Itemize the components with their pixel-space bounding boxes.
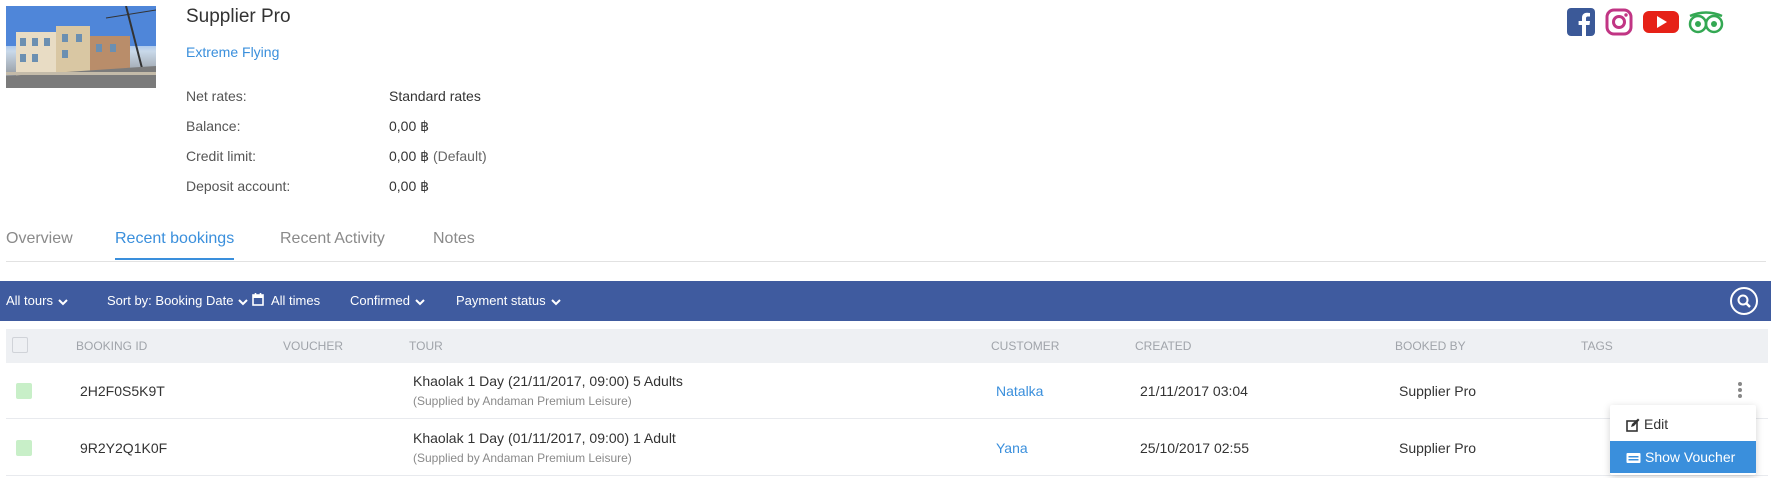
- chevron-down-icon: [550, 298, 561, 305]
- table-header: BOOKING ID VOUCHER TOUR CUSTOMER CREATED…: [6, 329, 1768, 363]
- facebook-icon[interactable]: [1567, 8, 1595, 38]
- tour-name: Khaolak 1 Day (01/11/2017, 09:00) 1 Adul…: [413, 430, 676, 446]
- col-booked-by[interactable]: BOOKED BY: [1395, 339, 1466, 353]
- row-actions-menu: Edit Show Voucher: [1610, 405, 1756, 475]
- info-label: Net rates:: [186, 88, 247, 104]
- tab-notes[interactable]: Notes: [433, 230, 475, 258]
- tour-name: Khaolak 1 Day (21/11/2017, 09:00) 5 Adul…: [413, 373, 683, 389]
- col-voucher[interactable]: VOUCHER: [283, 339, 343, 353]
- search-button[interactable]: [1730, 287, 1758, 315]
- info-value: 0,00 ฿: [389, 178, 430, 194]
- supplier-name: Supplier Pro: [186, 6, 291, 27]
- tripadvisor-icon[interactable]: [1687, 8, 1725, 38]
- info-value: Standard rates: [389, 88, 481, 104]
- tab-overview[interactable]: Overview: [6, 230, 73, 258]
- filter-times[interactable]: All times: [252, 293, 320, 308]
- filter-sort-label: Sort by: Booking Date: [107, 293, 234, 308]
- col-created[interactable]: CREATED: [1135, 339, 1191, 353]
- calendar-icon: [252, 293, 264, 306]
- menu-edit[interactable]: Edit: [1610, 408, 1756, 440]
- filter-tours[interactable]: All tours: [6, 293, 68, 308]
- menu-edit-label: Edit: [1644, 416, 1669, 432]
- customer-link[interactable]: Natalka: [996, 383, 1043, 399]
- info-deposit-account: Deposit account: 0,00 ฿: [186, 178, 429, 195]
- chevron-down-icon: [415, 298, 425, 305]
- table-row[interactable]: 2H2F0S5K9T Khaolak 1 Day (21/11/2017, 09…: [6, 363, 1768, 419]
- info-label: Balance:: [186, 118, 241, 134]
- col-tour[interactable]: TOUR: [409, 339, 443, 353]
- company-link[interactable]: Extreme Flying: [186, 44, 279, 60]
- supplier-thumbnail: [6, 6, 156, 88]
- filter-status[interactable]: Confirmed: [350, 293, 425, 308]
- col-customer[interactable]: CUSTOMER: [991, 339, 1059, 353]
- filter-sort[interactable]: Sort by: Booking Date: [107, 293, 249, 308]
- search-icon: [1737, 294, 1751, 308]
- info-label: Credit limit:: [186, 148, 257, 164]
- menu-show-voucher-label: Show Voucher: [1645, 449, 1736, 465]
- booking-id: 2H2F0S5K9T: [80, 383, 165, 399]
- info-credit-limit: Credit limit: 0,00 ฿ (Default): [186, 148, 487, 165]
- filter-bar: All tours Sort by: Booking Date All time…: [0, 281, 1771, 321]
- filter-payment-status[interactable]: Payment status: [456, 293, 561, 308]
- select-all-checkbox[interactable]: [12, 337, 28, 353]
- profile-tabs: Overview Recent bookings Recent Activity…: [6, 226, 1766, 262]
- filter-status-label: Confirmed: [350, 293, 410, 308]
- row-actions-kebab-icon[interactable]: [1736, 380, 1744, 404]
- info-net-rates: Net rates: Standard rates: [186, 88, 481, 104]
- booking-id: 9R2Y2Q1K0F: [80, 440, 168, 456]
- filter-tours-label: All tours: [6, 293, 53, 308]
- chevron-down-icon: [238, 298, 249, 305]
- edit-icon: [1626, 418, 1640, 433]
- booked-by: Supplier Pro: [1399, 383, 1477, 399]
- filter-payment-label: Payment status: [456, 293, 546, 308]
- col-tags[interactable]: TAGS: [1581, 339, 1613, 353]
- booked-by: Supplier Pro: [1399, 440, 1477, 456]
- chevron-down-icon: [58, 298, 68, 305]
- ticket-icon: [1626, 453, 1641, 464]
- instagram-icon[interactable]: [1605, 8, 1633, 38]
- col-booking-id[interactable]: BOOKING ID: [76, 339, 147, 353]
- created-date: 25/10/2017 02:55: [1140, 440, 1249, 456]
- info-label: Deposit account:: [186, 178, 291, 194]
- info-note: (Default): [432, 148, 487, 164]
- tab-recent-bookings[interactable]: Recent bookings: [115, 230, 235, 260]
- tab-recent-activity[interactable]: Recent Activity: [280, 230, 385, 258]
- menu-show-voucher[interactable]: Show Voucher: [1610, 441, 1756, 473]
- tour-supplier: (Supplied by Andaman Premium Leisure): [413, 394, 632, 408]
- status-indicator[interactable]: [16, 383, 32, 399]
- customer-link[interactable]: Yana: [996, 440, 1028, 456]
- created-date: 21/11/2017 03:04: [1140, 383, 1248, 399]
- table-row[interactable]: 9R2Y2Q1K0F Khaolak 1 Day (01/11/2017, 09…: [6, 420, 1768, 476]
- youtube-icon[interactable]: [1643, 8, 1679, 38]
- filter-times-label: All times: [271, 293, 321, 308]
- tour-supplier: (Supplied by Andaman Premium Leisure): [413, 451, 632, 465]
- info-value: 0,00 ฿: [389, 148, 430, 164]
- status-indicator[interactable]: [16, 440, 32, 456]
- info-balance: Balance: 0,00 ฿: [186, 118, 429, 135]
- info-value: 0,00 ฿: [389, 118, 430, 134]
